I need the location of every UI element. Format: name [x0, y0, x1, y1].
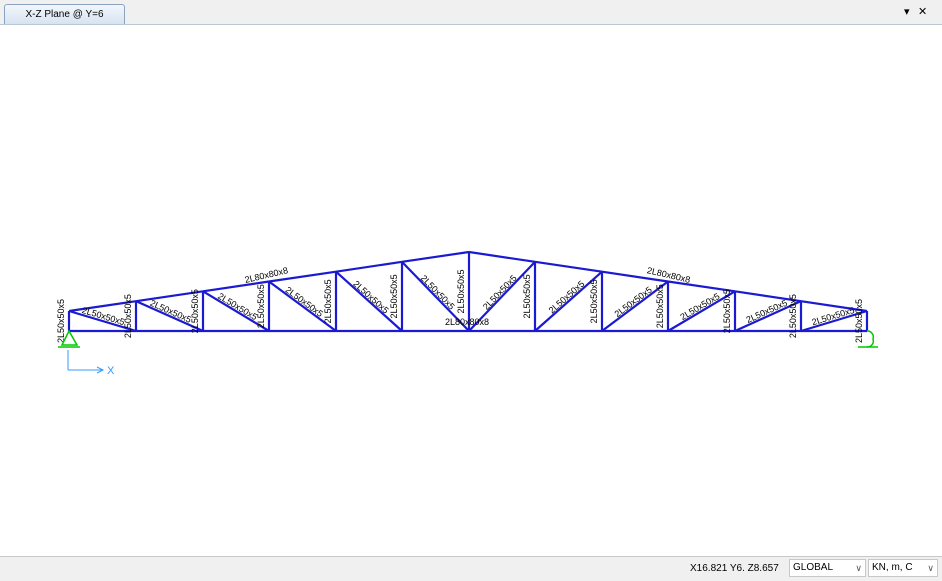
coord-system-value: GLOBAL — [793, 562, 834, 573]
status-bar: X16.821 Y6. Z8.657 GLOBAL ∨ KN, m, C ∨ — [0, 556, 942, 581]
vertical-label: 2L50x50x5 — [655, 284, 665, 328]
vertical-label: 2L50x50x5 — [589, 279, 599, 323]
vertical-label: 2L50x50x5 — [123, 294, 133, 338]
vertical-label: 2L50x50x5 — [854, 299, 864, 343]
vertical-label: 2L50x50x5 — [389, 274, 399, 318]
bottom-chord-label: 2L80x80x8 — [445, 317, 489, 327]
chevron-down-icon: ∨ — [927, 563, 934, 573]
diagonal-label: 2L50x50x5 — [745, 298, 789, 325]
vertical-label: 2L50x50x5 — [456, 269, 466, 313]
vertical-label: 2L50x50x5 — [788, 294, 798, 338]
vertical-label: 2L50x50x5 — [256, 284, 266, 328]
cursor-coordinates: X16.821 Y6. Z8.657 — [690, 563, 779, 574]
tab-xz-plane[interactable]: X-Z Plane @ Y=6 — [4, 4, 125, 24]
roller-support-icon — [866, 330, 875, 348]
diagonal-label: 2L50x50x5 — [419, 273, 457, 312]
diagonal-label: 2L50x50x5 — [284, 285, 325, 319]
window-list-dropdown-icon[interactable]: ▾ — [904, 5, 910, 18]
diagonal-label: 2L50x50x5 — [81, 305, 126, 327]
top-chord-segment — [534, 260, 603, 273]
units-select[interactable]: KN, m, C ∨ — [868, 559, 938, 577]
vertical-label: 2L50x50x5 — [190, 289, 200, 333]
vertical-label: 2L50x50x5 — [522, 274, 532, 318]
units-value: KN, m, C — [872, 562, 913, 573]
diagonal-label: 2L50x50x5 — [481, 273, 519, 312]
diagonal-label: 2L50x50x5 — [547, 279, 587, 316]
diagonal-label: 2L50x50x5 — [613, 285, 654, 319]
vertical-label: 2L50x50x5 — [722, 289, 732, 333]
tab-bar: X-Z Plane @ Y=6 ▾ ✕ — [0, 0, 942, 25]
axis-x-label: X — [107, 365, 115, 377]
model-view-canvas[interactable]: 2L80x80x8 2L80x80x8 2L80x80x8 2L50x50x5 2L50… — [0, 25, 942, 556]
diagonal-label: 2L50x50x5 — [216, 291, 259, 322]
coord-system-select[interactable]: GLOBAL ∨ — [789, 559, 866, 577]
truss-drawing: 2L80x80x8 2L80x80x82L80x80x82L50x50x5 2L50… — [56, 250, 878, 377]
vertical-label: 2L50x50x5 — [56, 299, 66, 343]
top-chord-segment — [401, 250, 470, 263]
vertical-label: 2L50x50x5 — [323, 279, 333, 323]
diagonal-label: 2L50x50x5 — [678, 291, 721, 322]
chevron-down-icon: ∨ — [855, 563, 862, 573]
close-icon[interactable]: ✕ — [918, 5, 927, 18]
top-chord-segment — [335, 260, 403, 273]
diagonal-label: 2L50x50x5 — [149, 298, 193, 325]
top-chord-segment — [468, 250, 536, 263]
diagonal-label: 2L50x50x5 — [351, 279, 390, 316]
diagonal-label: 2L50x50x5 — [811, 305, 856, 327]
